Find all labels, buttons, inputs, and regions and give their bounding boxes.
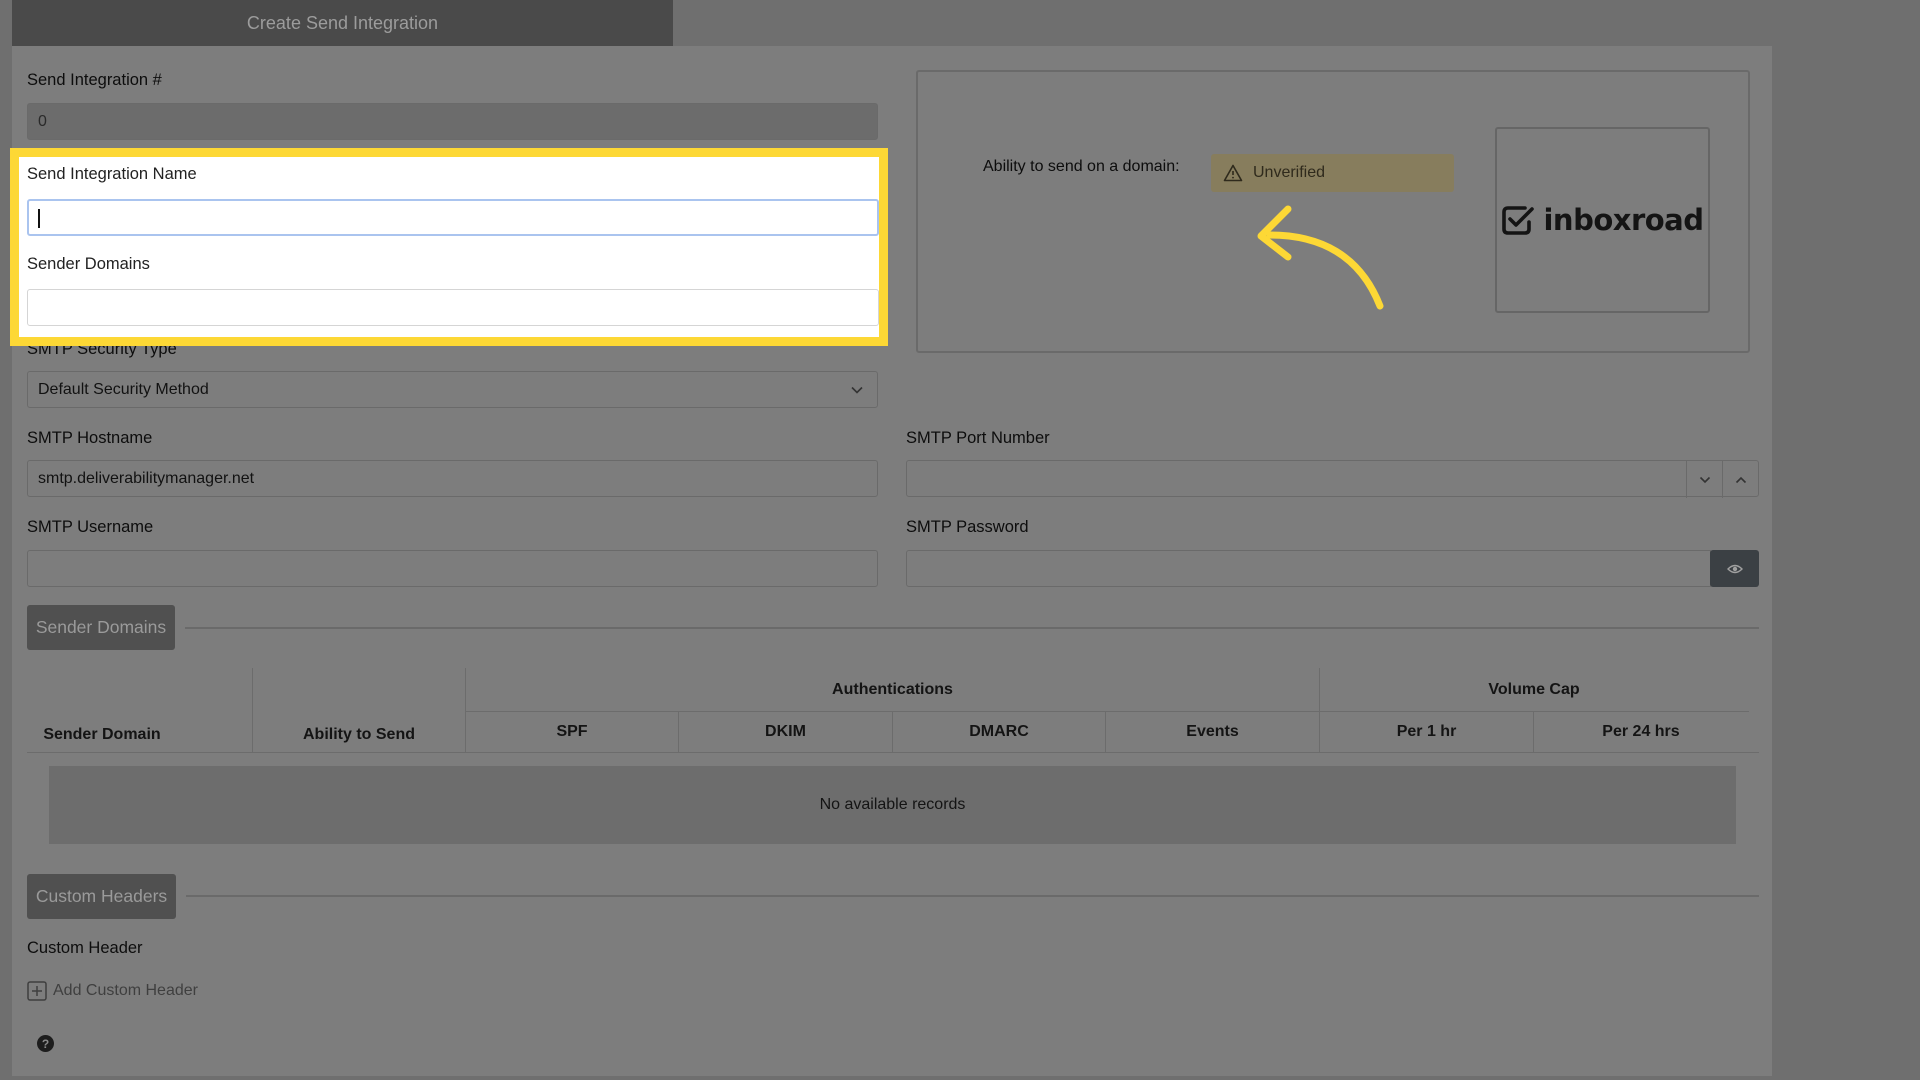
logo-text: inboxroad: [1543, 203, 1704, 237]
hostname-input[interactable]: smtp.deliverabilitymanager.net: [27, 460, 878, 497]
column-header-dmarc[interactable]: DMARC: [893, 723, 1105, 741]
plus-square-icon: [27, 981, 47, 1001]
port-input[interactable]: [906, 460, 1759, 498]
port-label: SMTP Port Number: [906, 429, 1050, 447]
table-divider: [27, 752, 1759, 753]
username-label: SMTP Username: [27, 518, 154, 536]
help-icon[interactable]: ?: [37, 1035, 54, 1052]
port-decrement-button[interactable]: [1686, 461, 1722, 498]
integration-name-label: Send Integration Name: [27, 165, 197, 183]
auth-group-header: Authentications: [832, 681, 953, 698]
add-custom-header-label: Add Custom Header: [53, 982, 198, 999]
checkbox-logo-icon: [1502, 206, 1535, 235]
port-increment-button[interactable]: [1722, 461, 1758, 498]
status-badge-text: Unverified: [1253, 164, 1326, 181]
show-password-button[interactable]: [1710, 550, 1759, 587]
hostname-label: SMTP Hostname: [27, 429, 153, 447]
integration-number-field: 0: [27, 103, 878, 140]
security-type-select[interactable]: Default Security Method: [27, 371, 878, 408]
pointer-arrow-icon: [1257, 205, 1384, 310]
page-title-tab: Create Send Integration: [12, 0, 673, 46]
chevron-down-icon: [1699, 476, 1710, 483]
table-divider: [466, 711, 1749, 712]
password-label: SMTP Password: [906, 518, 1029, 536]
integration-name-input[interactable]: [27, 199, 879, 236]
section-divider: [186, 895, 1759, 897]
column-header-ability[interactable]: Ability to Send: [253, 726, 465, 744]
custom-header-label: Custom Header: [27, 939, 143, 957]
chevron-down-icon: [851, 386, 863, 394]
column-header-sender-domain[interactable]: Sender Domain: [27, 726, 177, 744]
column-header-dkim[interactable]: DKIM: [679, 723, 892, 741]
security-type-label: SMTP Security Type: [27, 340, 177, 358]
column-header-events[interactable]: Events: [1106, 723, 1319, 741]
brand-logo: inboxroad: [1495, 127, 1710, 313]
username-input[interactable]: [27, 550, 878, 587]
volume-group-header: Volume Cap: [1488, 681, 1580, 698]
highlight-box: Send Integration Name Sender Domains: [10, 148, 888, 346]
warning-icon: [1223, 164, 1243, 182]
chevron-up-icon: [1735, 476, 1746, 483]
sender-domains-section-button[interactable]: Sender Domains: [27, 605, 175, 650]
domain-ability-label: Ability to send on a domain:: [983, 158, 1180, 175]
text-caret: [38, 209, 40, 228]
security-type-value: Default Security Method: [38, 380, 209, 398]
empty-table-message: No available records: [49, 766, 1736, 844]
column-header-per-24-hrs[interactable]: Per 24 hrs: [1534, 723, 1748, 741]
section-divider: [185, 627, 1759, 629]
eye-icon: [1726, 564, 1743, 573]
password-input[interactable]: [906, 550, 1711, 587]
column-header-spf[interactable]: SPF: [466, 723, 678, 741]
status-badge: Unverified: [1211, 154, 1454, 192]
add-custom-header-button[interactable]: Add Custom Header: [27, 981, 198, 1001]
custom-headers-section-button[interactable]: Custom Headers: [27, 874, 176, 919]
sender-domains-label: Sender Domains: [27, 255, 150, 273]
sender-domains-input[interactable]: [27, 289, 879, 326]
integration-number-label: Send Integration #: [27, 71, 162, 89]
column-header-per-1-hr[interactable]: Per 1 hr: [1320, 723, 1533, 741]
